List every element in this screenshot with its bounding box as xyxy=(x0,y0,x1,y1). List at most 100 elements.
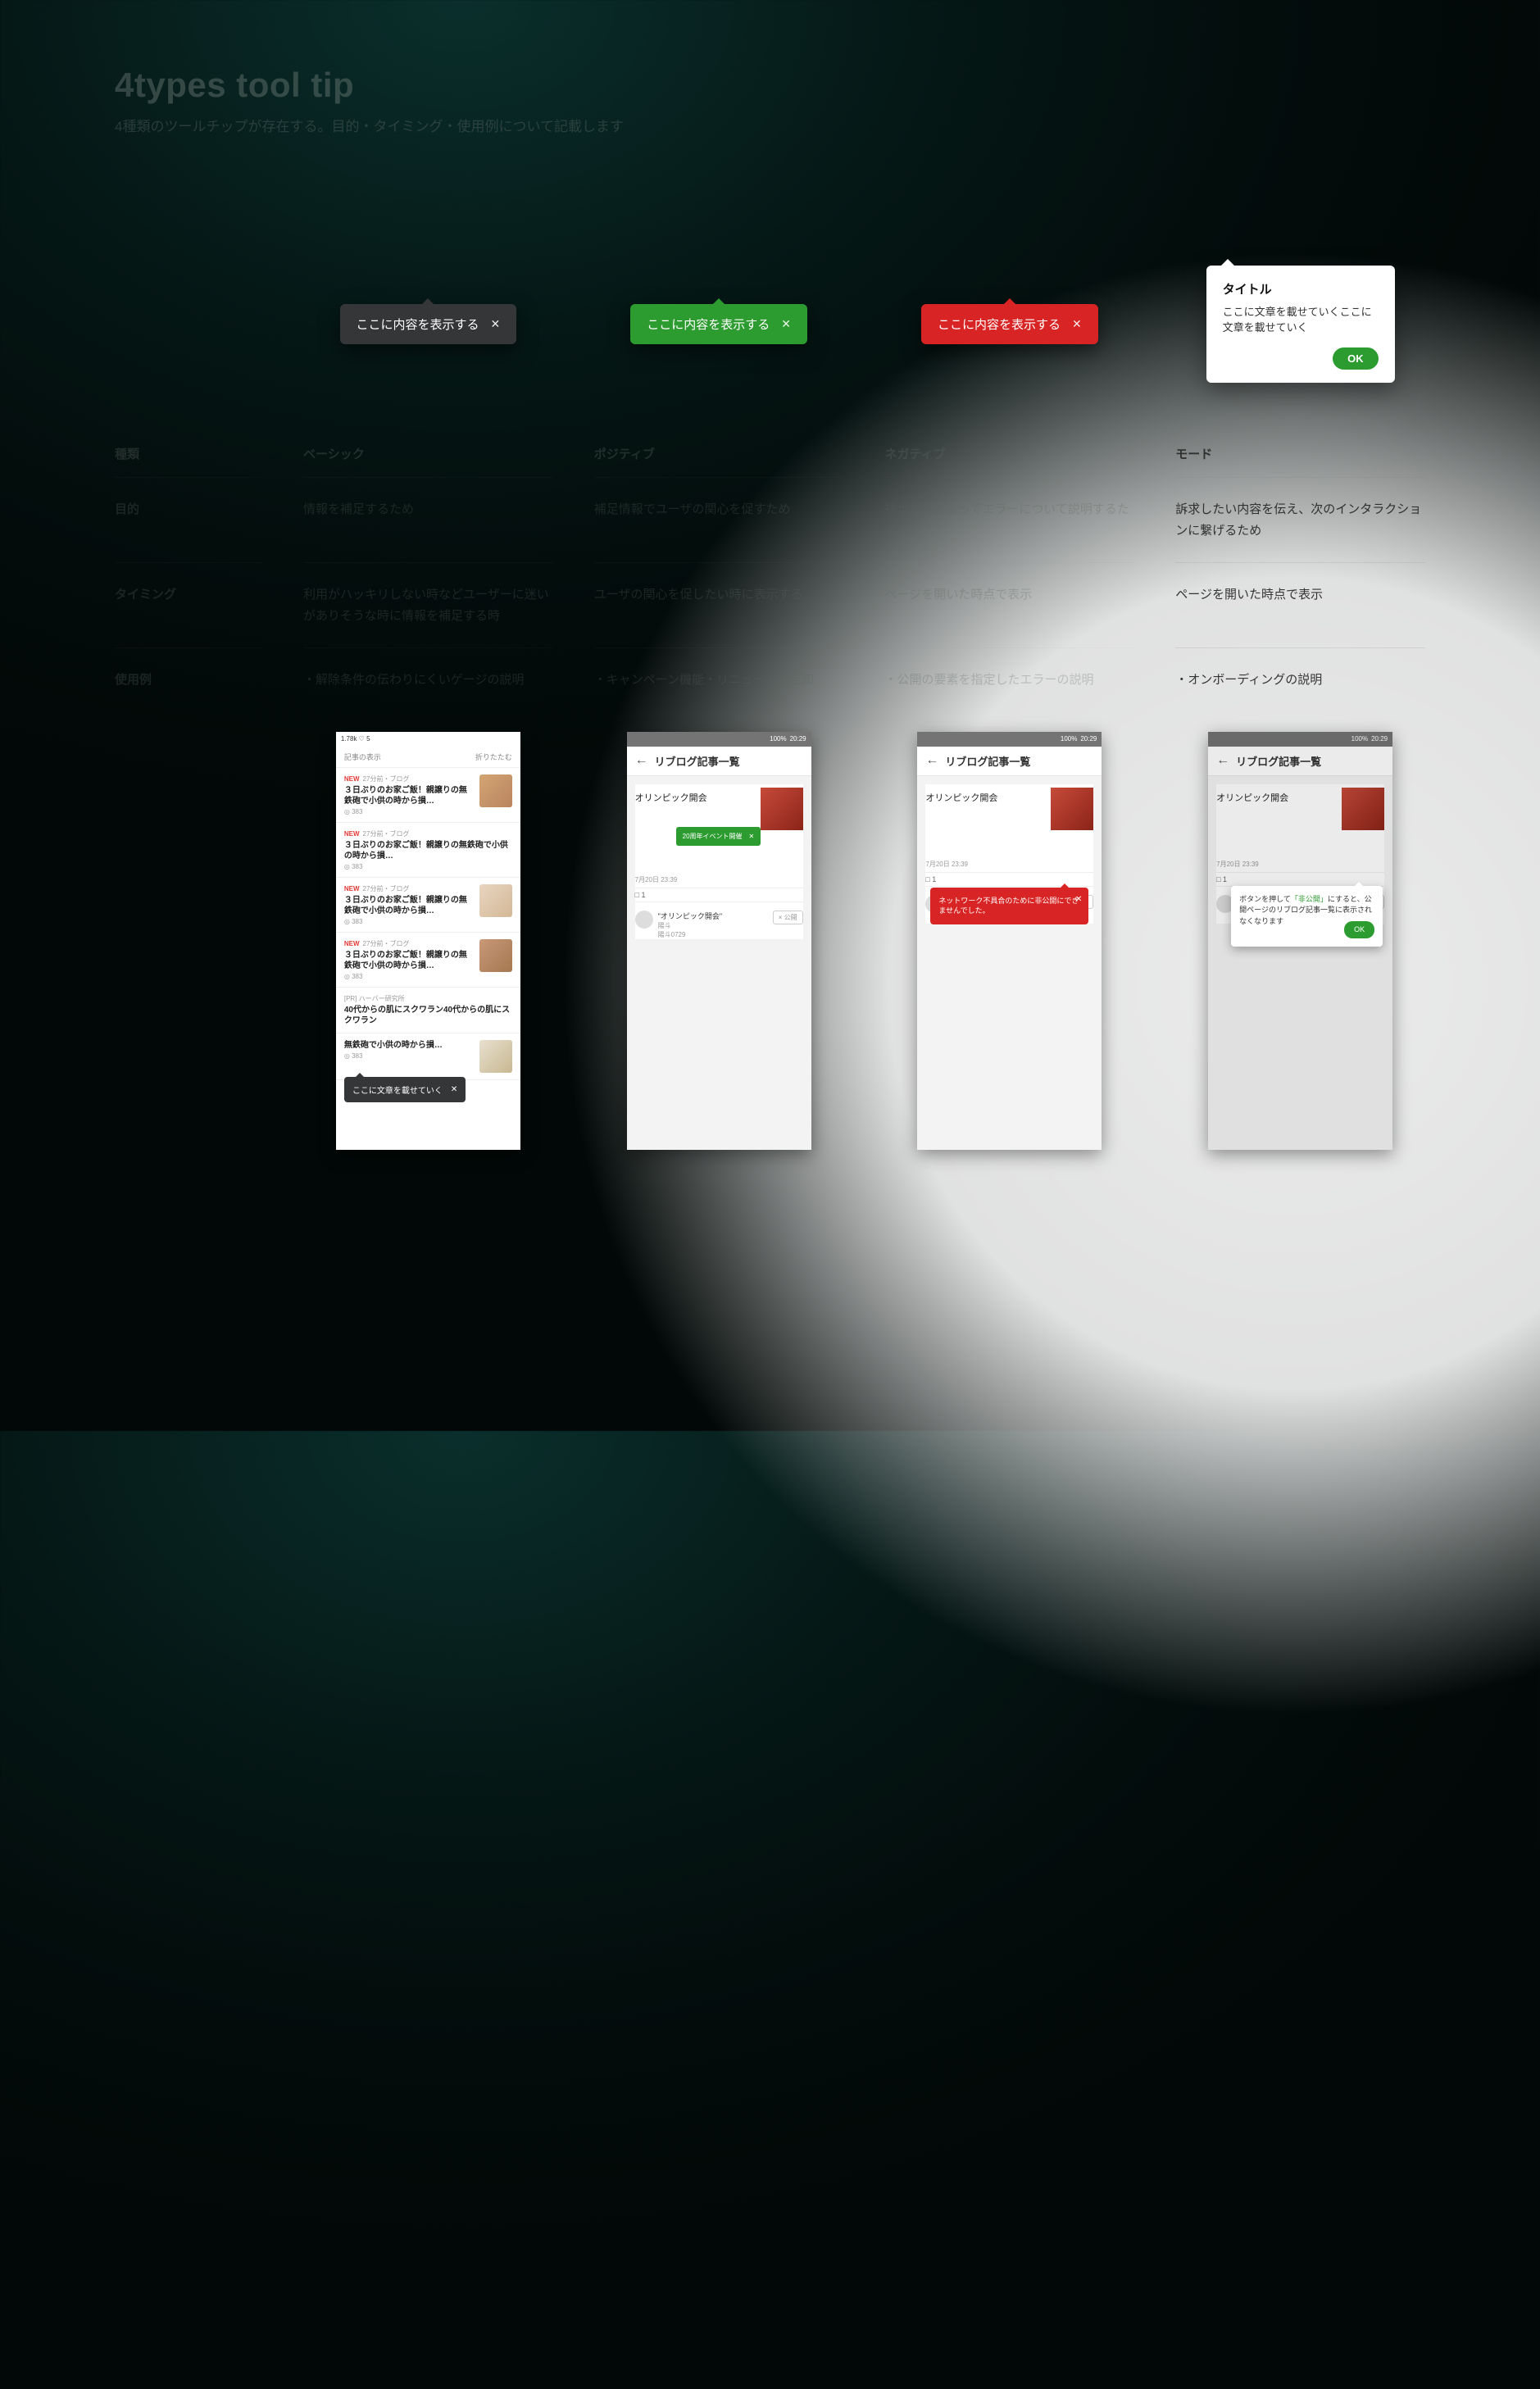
tooltip-text: ここに内容を表示する xyxy=(357,316,479,333)
back-icon[interactable]: ← xyxy=(635,753,648,768)
tooltip-negative[interactable]: ここに内容を表示する ✕ xyxy=(921,304,1098,344)
item-views: ◎ 383 xyxy=(344,863,512,870)
list-item[interactable]: NEW27分前・ブログ３日ぶりのお家ご飯！親譲りの無鉄砲で小供の時から損…◎ 3… xyxy=(336,768,520,823)
thumb-icon xyxy=(479,1040,512,1073)
new-badge: NEW xyxy=(344,775,360,783)
item-meta: 27分前・ブログ xyxy=(363,885,410,892)
back-icon[interactable]: ← xyxy=(925,753,938,768)
status-time: 20:29 xyxy=(1080,735,1097,743)
tooltip-positive[interactable]: ここに内容を表示する ✕ xyxy=(630,304,807,344)
new-badge: NEW xyxy=(344,940,360,947)
list-item[interactable]: NEW27分前・ブログ３日ぶりのお家ご飯！親譲りの無鉄砲で小供の時から損…◎ 3… xyxy=(336,933,520,988)
tooltip-mode-card[interactable]: タイトル ここに文章を載せていくここに文章を載せていく OK xyxy=(1206,266,1395,383)
card-title: タイトル xyxy=(1223,280,1379,297)
tab-right[interactable]: 折りたたむ xyxy=(475,752,512,762)
status-batt: 100% xyxy=(770,735,786,743)
timing-negative: ページを開いた時点で表示 xyxy=(885,562,1135,647)
timing-positive: ユーザの関心を促したい時に表示する xyxy=(594,562,844,647)
purpose-positive: 補足情報でユーザの関心を促すため xyxy=(594,477,844,562)
list-item[interactable]: NEW27分前・ブログ３日ぶりのお家ご飯！親譲りの無鉄砲で小供の時から損…◎ 3… xyxy=(336,823,520,878)
item-meta: 27分前・ブログ xyxy=(363,775,410,783)
list-item[interactable]: NEW27分前・ブログ３日ぶりのお家ご飯！親譲りの無鉄砲で小供の時から損…◎ 3… xyxy=(336,878,520,933)
new-badge: NEW xyxy=(344,885,360,892)
close-icon[interactable]: ✕ xyxy=(1072,317,1082,331)
timing-basic: 利用がハッキリしない時などユーザーに迷いがありそうな時に情報を補足する時 xyxy=(303,562,553,647)
usage-negative: ・公開の要素を指定したエラーの説明 xyxy=(885,647,1135,712)
tooltip-basic[interactable]: ここに内容を表示する ✕ xyxy=(340,304,517,344)
tab-left[interactable]: 記事の表示 xyxy=(344,752,381,762)
new-badge: NEW xyxy=(344,830,360,838)
close-icon[interactable]: ✕ xyxy=(451,1085,457,1094)
label-usage: 使用例 xyxy=(115,647,262,712)
purpose-basic: 情報を補足するため xyxy=(303,477,553,562)
item-meta: [PR] ハーバー研究所 xyxy=(344,995,405,1002)
status-time: 20:29 xyxy=(790,735,806,743)
status-bar: 100%20:29 xyxy=(917,732,1102,747)
close-icon[interactable]: ✕ xyxy=(491,317,501,331)
example-negative: ここに内容を表示する ✕ xyxy=(885,217,1135,430)
item-views: ◎ 383 xyxy=(344,1052,473,1060)
type-basic: ベーシック xyxy=(303,430,553,477)
type-negative: ネガティブ xyxy=(885,430,1135,477)
card-body: ここに文章を載せていくここに文章を載せていく xyxy=(1223,304,1379,336)
usage-basic: ・解除条件の伝わりにくいゲージの説明 xyxy=(303,647,553,712)
phone-basic: 1.78k ♡ 5 記事の表示 折りたたむ NEW27分前・ブログ３日ぶりのお家… xyxy=(336,732,520,1150)
tooltip-basic-inphone[interactable]: ここに文章を載せていく ✕ xyxy=(344,1077,466,1102)
tooltip-negative-inphone[interactable]: ネットワーク不具合のために非公開にできませんでした。✕ xyxy=(930,888,1088,924)
user-sub: 陽斗0729 xyxy=(658,931,686,938)
mode-text-hl: 「非公開」 xyxy=(1291,895,1328,903)
empty xyxy=(115,712,262,1150)
status-batt: 100% xyxy=(1061,735,1077,743)
item-title: 40代からの肌にスクワラン40代からの肌にスクワラン xyxy=(344,1005,512,1026)
status-bar: 1.78k ♡ 5 xyxy=(336,732,520,747)
appbar-title: リブログ記事一覧 xyxy=(945,753,1030,769)
thumb-icon xyxy=(479,774,512,807)
post-image xyxy=(1051,788,1093,830)
label-timing: タイミング xyxy=(115,562,262,647)
publish-button[interactable]: × 公開 xyxy=(773,911,803,924)
close-icon[interactable]: ✕ xyxy=(1075,894,1082,906)
mode-text-pre: ボタンを押して xyxy=(1239,895,1291,903)
ok-button[interactable]: OK xyxy=(1333,347,1379,370)
post-date: 7月20日 23:39 xyxy=(925,830,1093,869)
type-positive: ポジティブ xyxy=(594,430,844,477)
tooltip-text: ネットワーク不具合のために非公開にできませんでした。 xyxy=(938,897,1079,915)
comparison-grid: ここに内容を表示する ✕ ここに内容を表示する ✕ ここに内容を表示する ✕ タ… xyxy=(115,217,1425,1150)
close-icon[interactable]: ✕ xyxy=(749,833,755,840)
post-count: □ 1 xyxy=(635,888,803,902)
item-title: ３日ぶりのお家ご飯！親譲りの無鉄砲で小供の時から損… xyxy=(344,950,473,971)
tooltip-text: 20周年イベント開催 xyxy=(683,832,743,841)
page-title: 4types tool tip xyxy=(115,66,1425,105)
item-views: ◎ 383 xyxy=(344,973,473,980)
usage-mode: ・オンボーディングの説明 xyxy=(1175,647,1425,712)
tooltip-mode-inphone[interactable]: ボタンを押して「非公開」にすると、公開ページのリブログ記事一覧に表示されなくなり… xyxy=(1231,886,1383,947)
tooltip-positive-inphone[interactable]: 20周年イベント開催 ✕ xyxy=(676,827,761,846)
user-name: 陽斗 xyxy=(658,922,671,929)
tooltip-text: ここに内容を表示する xyxy=(938,316,1061,333)
type-mode: モード xyxy=(1175,430,1425,477)
item-title: ３日ぶりのお家ご飯！親譲りの無鉄砲で小供の時から損… xyxy=(344,895,473,916)
post-date: 7月20日 23:39 xyxy=(635,846,803,884)
phone-negative: 100%20:29 ←リブログ記事一覧 オリンピック開会 7月20日 23:39… xyxy=(917,732,1102,1150)
row-label-empty xyxy=(115,217,262,430)
label-purpose: 目的 xyxy=(115,477,262,562)
thumb-icon xyxy=(479,884,512,917)
ok-button[interactable]: OK xyxy=(1344,921,1374,939)
list-item[interactable]: [PR] ハーバー研究所 40代からの肌にスクワラン40代からの肌にスクワラン xyxy=(336,988,520,1033)
page-subtitle: 4種類のツールチップが存在する。目的・タイミング・使用例について記載します xyxy=(115,115,1425,135)
timing-mode: ページを開いた時点で表示 xyxy=(1175,562,1425,647)
app-bar: ←リブログ記事一覧 xyxy=(627,747,811,776)
avatar-icon xyxy=(635,911,653,929)
purpose-mode: 訴求したい内容を伝え、次のインタラクションに繋げるため xyxy=(1175,477,1425,562)
item-title: ３日ぶりのお家ご飯！親譲りの無鉄砲で小供の時から損… xyxy=(344,840,512,861)
quote-text: "オリンピック開会" xyxy=(658,911,768,921)
app-bar: ← リブログ記事一覧 xyxy=(917,747,1102,776)
tooltip-text: ここに内容を表示する xyxy=(647,316,770,333)
example-basic: ここに内容を表示する ✕ xyxy=(303,217,553,430)
label-type: 種類 xyxy=(115,430,262,477)
close-icon[interactable]: ✕ xyxy=(781,317,791,331)
item-title: ３日ぶりのお家ご飯！親譲りの無鉄砲で小供の時から損… xyxy=(344,785,473,806)
item-title: 無鉄砲で小供の時から損… xyxy=(344,1040,473,1051)
tooltip-text: ここに文章を載せていく xyxy=(352,1083,443,1096)
status-bar: 100% 20:29 xyxy=(627,732,811,747)
